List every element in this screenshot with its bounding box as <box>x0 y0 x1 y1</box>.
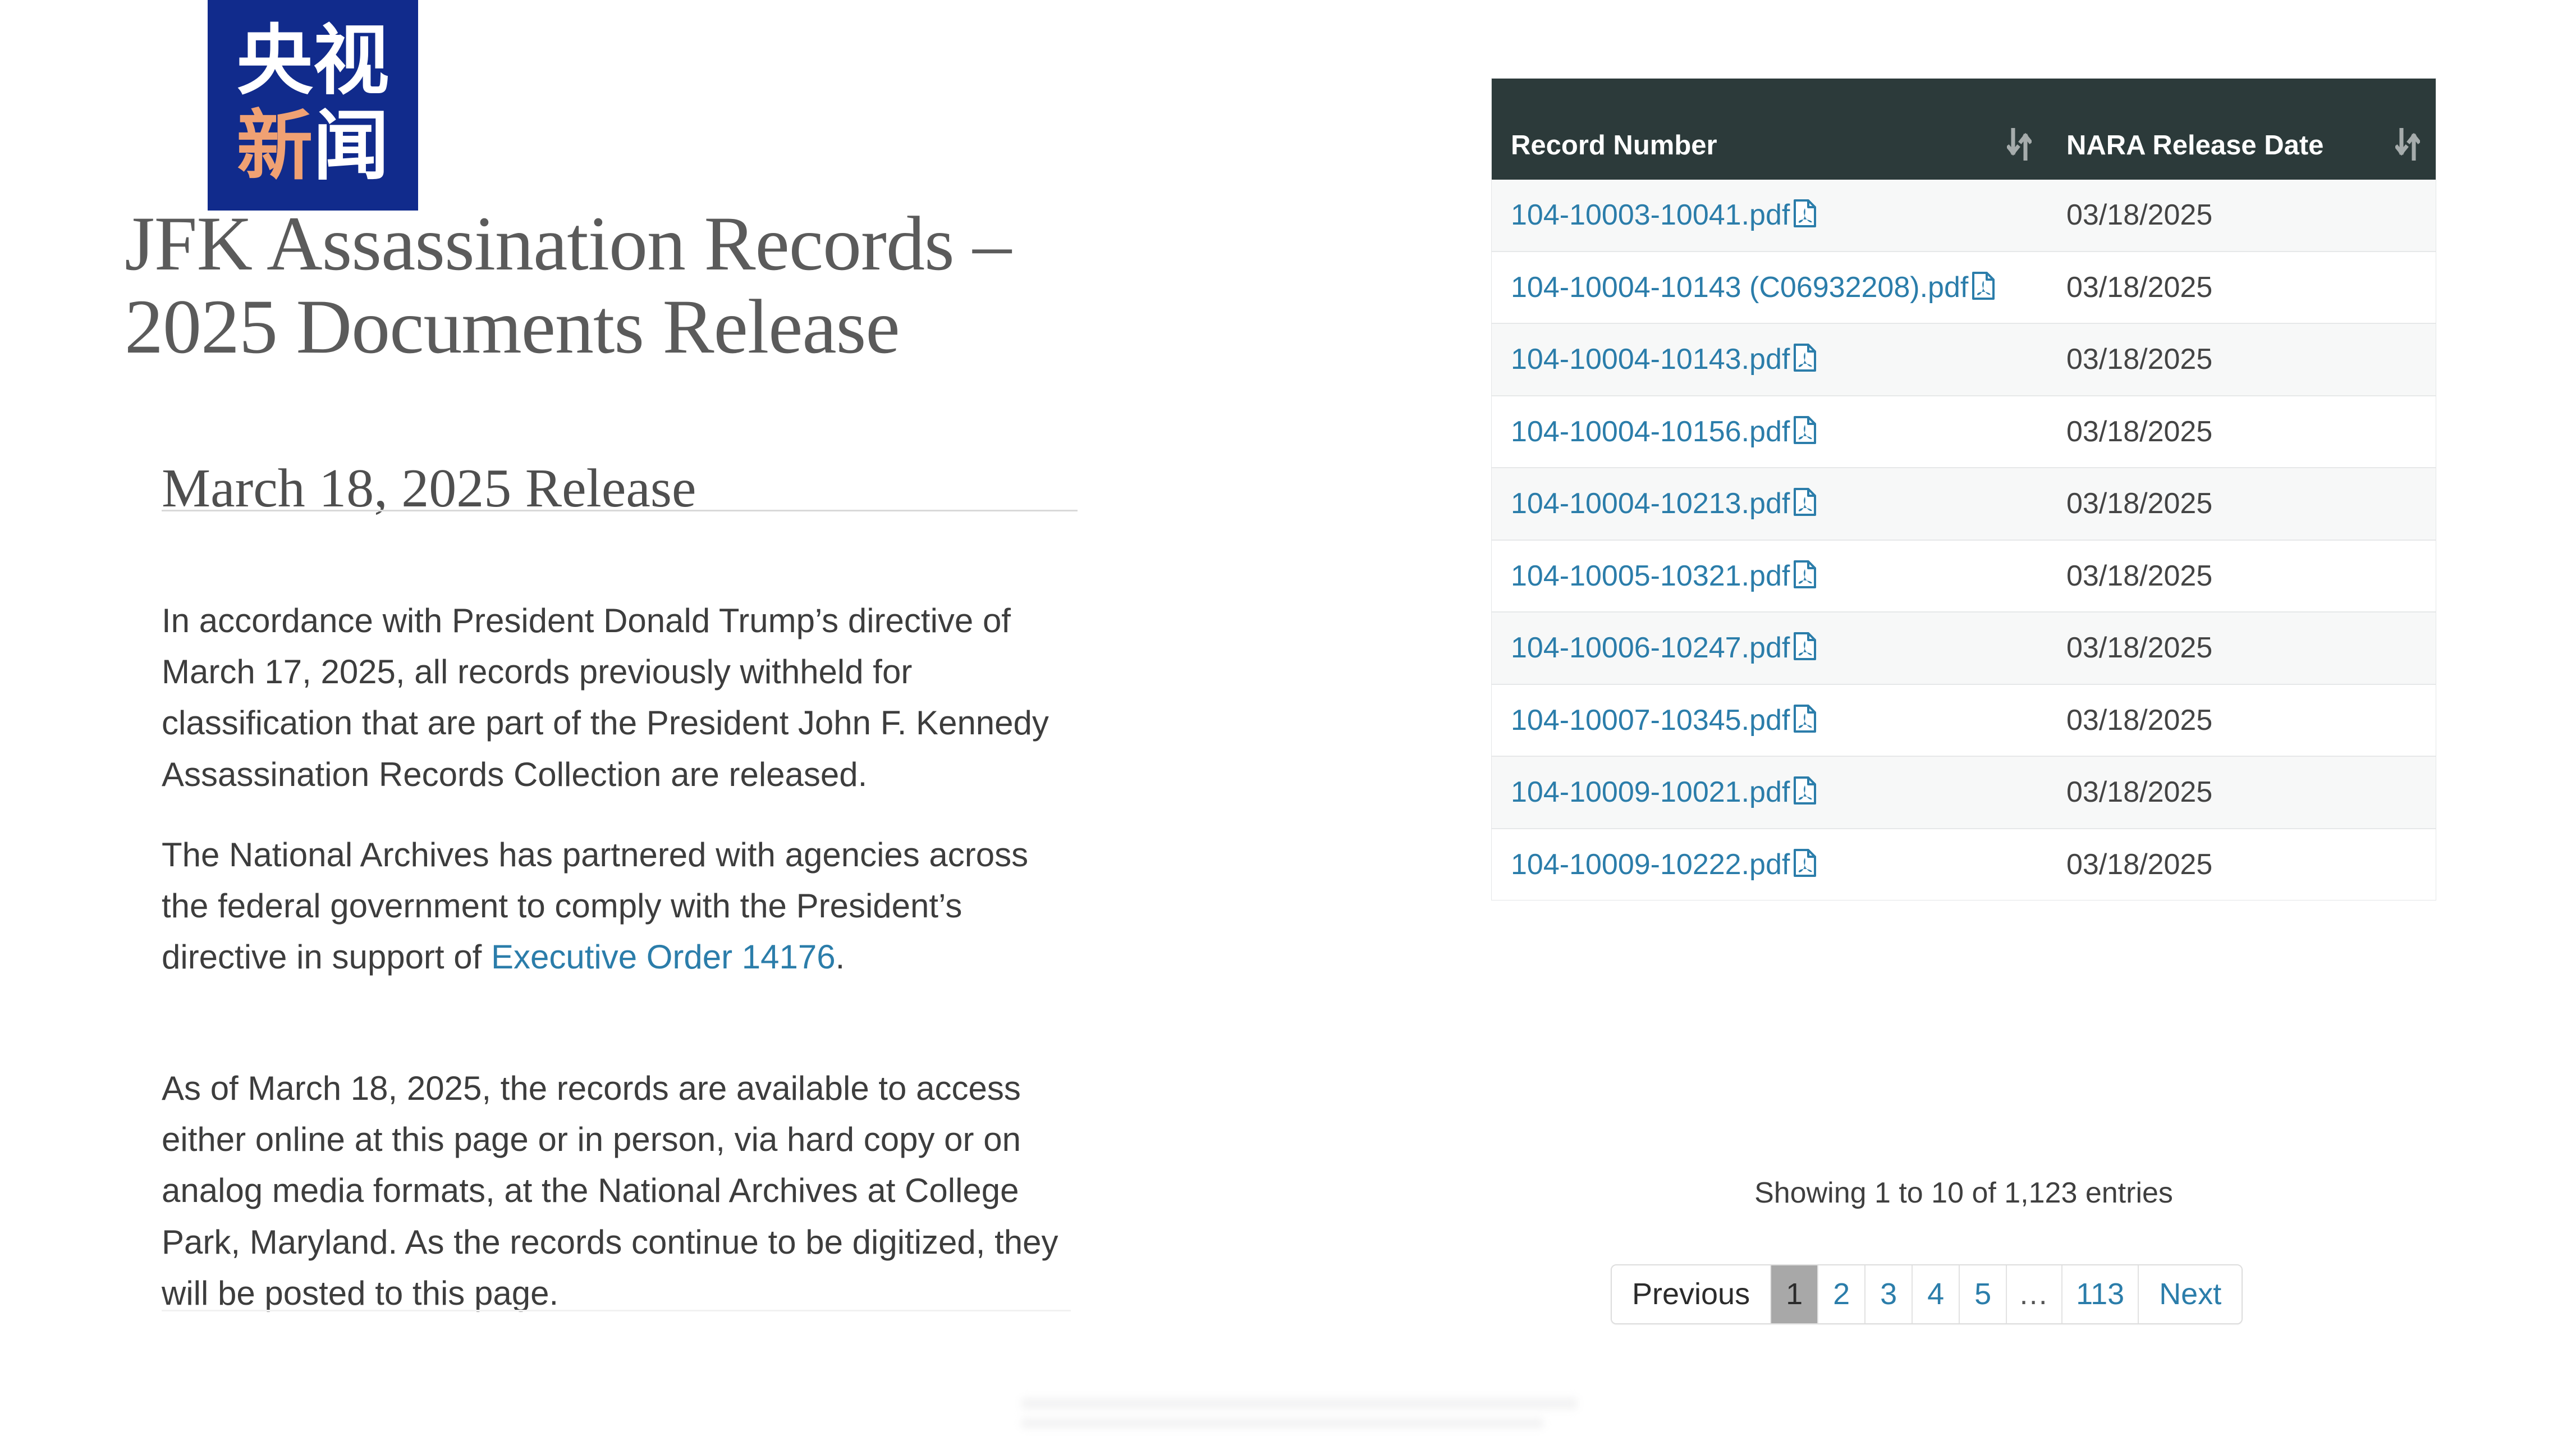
record-number-cell: 104-10009-10222.pdf <box>1492 828 2047 901</box>
record-pdf-link[interactable]: 104-10004-10143 (C06932208).pdf <box>1511 271 1968 304</box>
table-header-row: Record Number NARA Release Date <box>1492 79 2436 180</box>
blurred-background-content <box>1021 1398 1577 1430</box>
table-row: 104-10009-10021.pdf 03/18/2025 <box>1492 756 2436 829</box>
table-row: 104-10004-10213.pdf 03/18/2025 <box>1492 468 2436 541</box>
paragraph-partnership: The National Archives has partnered with… <box>162 829 1071 983</box>
pdf-file-icon <box>1793 487 1817 516</box>
column-header-nara-release-date[interactable]: NARA Release Date <box>2047 79 2436 180</box>
records-table-panel: Record Number NARA Release Date 104-1000… <box>1492 79 2436 901</box>
paragraph-access: As of March 18, 2025, the records are av… <box>162 1069 1058 1312</box>
record-pdf-link[interactable]: 104-10003-10041.pdf <box>1511 199 1790 231</box>
records-table: Record Number NARA Release Date 104-1000… <box>1492 79 2436 901</box>
record-pdf-link[interactable]: 104-10005-10321.pdf <box>1511 560 1790 592</box>
nara-release-date-cell: 03/18/2025 <box>2047 756 2436 829</box>
pagination-ellipsis: … <box>2007 1265 2063 1324</box>
showing-entries-label: Showing 1 to 10 of 1,123 entries <box>1754 1177 2173 1209</box>
nara-release-date-cell: 03/18/2025 <box>2047 251 2436 324</box>
pdf-file-icon <box>1793 776 1817 805</box>
record-pdf-link[interactable]: 104-10004-10143.pdf <box>1511 343 1790 376</box>
record-number-cell: 104-10009-10021.pdf <box>1492 756 2047 829</box>
pagination-page-1[interactable]: 1 <box>1771 1265 1819 1324</box>
record-pdf-link[interactable]: 104-10009-10021.pdf <box>1511 776 1790 808</box>
pagination-page-113[interactable]: 113 <box>2062 1265 2139 1324</box>
nara-release-date-cell: 03/18/2025 <box>2047 828 2436 901</box>
pagination-page-3[interactable]: 3 <box>1865 1265 1913 1324</box>
record-number-cell: 104-10007-10345.pdf <box>1492 684 2047 757</box>
record-number-cell: 104-10004-10156.pdf <box>1492 395 2047 469</box>
pagination-next-button[interactable]: Next <box>2139 1265 2242 1324</box>
nara-release-date-cell: 03/18/2025 <box>2047 612 2436 685</box>
record-pdf-link[interactable]: 104-10009-10222.pdf <box>1511 848 1790 881</box>
cctv-news-logo-watermark: 央 视 新 闻 <box>208 0 418 211</box>
executive-order-link[interactable]: Executive Order 14176 <box>491 938 836 976</box>
table-row: 104-10004-10143.pdf 03/18/2025 <box>1492 323 2436 396</box>
column-header-record-number-label: Record Number <box>1511 130 1717 161</box>
pagination-page-4[interactable]: 4 <box>1913 1265 1960 1324</box>
record-number-cell: 104-10004-10143 (C06932208).pdf <box>1492 251 2047 324</box>
nara-release-date-cell: 03/18/2025 <box>2047 540 2436 613</box>
article-column: JFK Assassination Records – 2025 Documen… <box>0 0 1577 1449</box>
pagination[interactable]: Previous 1 2 3 4 5 … 113 Next <box>1611 1264 2243 1325</box>
table-row: 104-10004-10143 (C06932208).pdf 03/18/202… <box>1492 251 2436 324</box>
pdf-file-icon <box>1972 271 1995 300</box>
pdf-file-icon <box>1793 199 1817 228</box>
record-number-cell: 104-10005-10321.pdf <box>1492 540 2047 613</box>
record-number-cell: 104-10003-10041.pdf <box>1492 180 2047 252</box>
logo-char-yang: 央 <box>236 16 313 106</box>
table-row: 104-10009-10222.pdf 03/18/2025 <box>1492 828 2436 901</box>
table-row: 104-10007-10345.pdf 03/18/2025 <box>1492 684 2436 757</box>
record-number-cell: 104-10006-10247.pdf <box>1492 612 2047 685</box>
pdf-file-icon <box>1793 560 1817 589</box>
heading-divider <box>162 510 1078 511</box>
pagination-page-5[interactable]: 5 <box>1960 1265 2007 1324</box>
pdf-file-icon <box>1793 704 1817 733</box>
table-row: 104-10006-10247.pdf 03/18/2025 <box>1492 612 2436 685</box>
column-header-nara-release-date-label: NARA Release Date <box>2066 130 2324 161</box>
logo-char-shi: 视 <box>313 16 389 106</box>
sort-updown-icon[interactable] <box>2006 127 2033 162</box>
record-number-cell: 104-10004-10143.pdf <box>1492 323 2047 396</box>
nara-release-date-cell: 03/18/2025 <box>2047 684 2436 757</box>
records-table-head: Record Number NARA Release Date <box>1492 79 2436 180</box>
nara-release-date-cell: 03/18/2025 <box>2047 323 2436 396</box>
sort-updown-icon[interactable] <box>2394 127 2421 162</box>
pdf-file-icon <box>1793 343 1817 372</box>
pdf-file-icon <box>1793 632 1817 661</box>
record-pdf-link[interactable]: 104-10007-10345.pdf <box>1511 704 1790 737</box>
record-number-cell: 104-10004-10213.pdf <box>1492 468 2047 541</box>
logo-char-xin: 新 <box>236 102 313 191</box>
pdf-file-icon <box>1793 415 1817 445</box>
table-row: 104-10004-10156.pdf 03/18/2025 <box>1492 395 2436 469</box>
paragraph-directive: In accordance with President Donald Trum… <box>162 602 1049 793</box>
logo-char-wen: 闻 <box>313 102 389 191</box>
nara-release-date-cell: 03/18/2025 <box>2047 468 2436 541</box>
table-row: 104-10005-10321.pdf 03/18/2025 <box>1492 540 2436 613</box>
article-bottom-divider <box>162 1310 1071 1311</box>
record-pdf-link[interactable]: 104-10006-10247.pdf <box>1511 632 1790 664</box>
table-row: 104-10003-10041.pdf 03/18/2025 <box>1492 180 2436 252</box>
record-pdf-link[interactable]: 104-10004-10213.pdf <box>1511 487 1790 520</box>
column-header-record-number[interactable]: Record Number <box>1492 79 2047 180</box>
nara-release-date-cell: 03/18/2025 <box>2047 395 2436 469</box>
paragraph-partnership-text-after: . <box>835 938 845 976</box>
page-title: JFK Assassination Records – 2025 Documen… <box>125 200 1011 370</box>
pdf-file-icon <box>1793 848 1817 877</box>
record-pdf-link[interactable]: 104-10004-10156.pdf <box>1511 415 1790 448</box>
records-table-body: 104-10003-10041.pdf 03/18/2025 104-10004-1… <box>1492 180 2436 901</box>
pagination-previous-button[interactable]: Previous <box>1612 1265 1772 1324</box>
nara-release-date-cell: 03/18/2025 <box>2047 180 2436 252</box>
table-footer: Showing 1 to 10 of 1,123 entries <box>1492 1176 2436 1210</box>
pagination-page-2[interactable]: 2 <box>1818 1265 1866 1324</box>
